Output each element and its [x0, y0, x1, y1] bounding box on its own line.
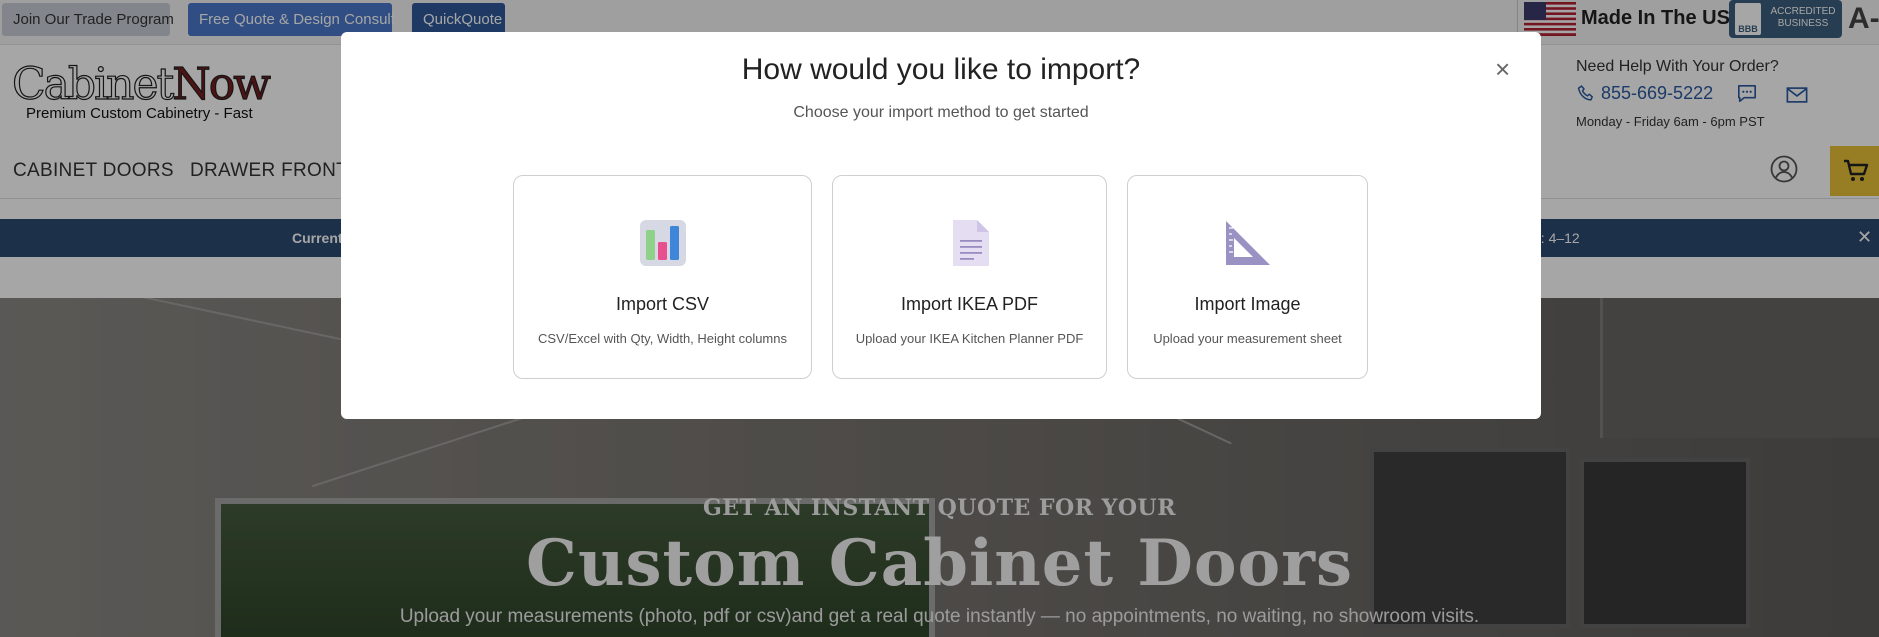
- document-icon: [952, 220, 989, 266]
- option-description: CSV/Excel with Qty, Width, Height column…: [537, 331, 787, 346]
- import-csv-option[interactable]: Import CSV CSV/Excel with Qty, Width, He…: [513, 175, 812, 379]
- modal-subtitle: Choose your import method to get started: [793, 104, 1089, 121]
- import-ikea-pdf-option[interactable]: Import IKEA PDF Upload your IKEA Kitchen…: [832, 175, 1107, 379]
- bar-chart-icon: [639, 220, 686, 266]
- option-title: Import CSV: [615, 294, 710, 314]
- option-title: Import Image: [1194, 294, 1301, 314]
- option-description: Upload your measurement sheet: [1153, 331, 1342, 346]
- modal-title: How would you like to import?: [741, 53, 1141, 86]
- set-square-icon: [1225, 221, 1270, 265]
- modal-close-icon[interactable]: ×: [1495, 56, 1510, 82]
- import-modal: How would you like to import? Choose you…: [341, 32, 1541, 419]
- option-title: Import IKEA PDF: [900, 294, 1039, 314]
- option-description: Upload your IKEA Kitchen Planner PDF: [855, 331, 1084, 346]
- import-image-option[interactable]: Import Image Upload your measurement she…: [1127, 175, 1368, 379]
